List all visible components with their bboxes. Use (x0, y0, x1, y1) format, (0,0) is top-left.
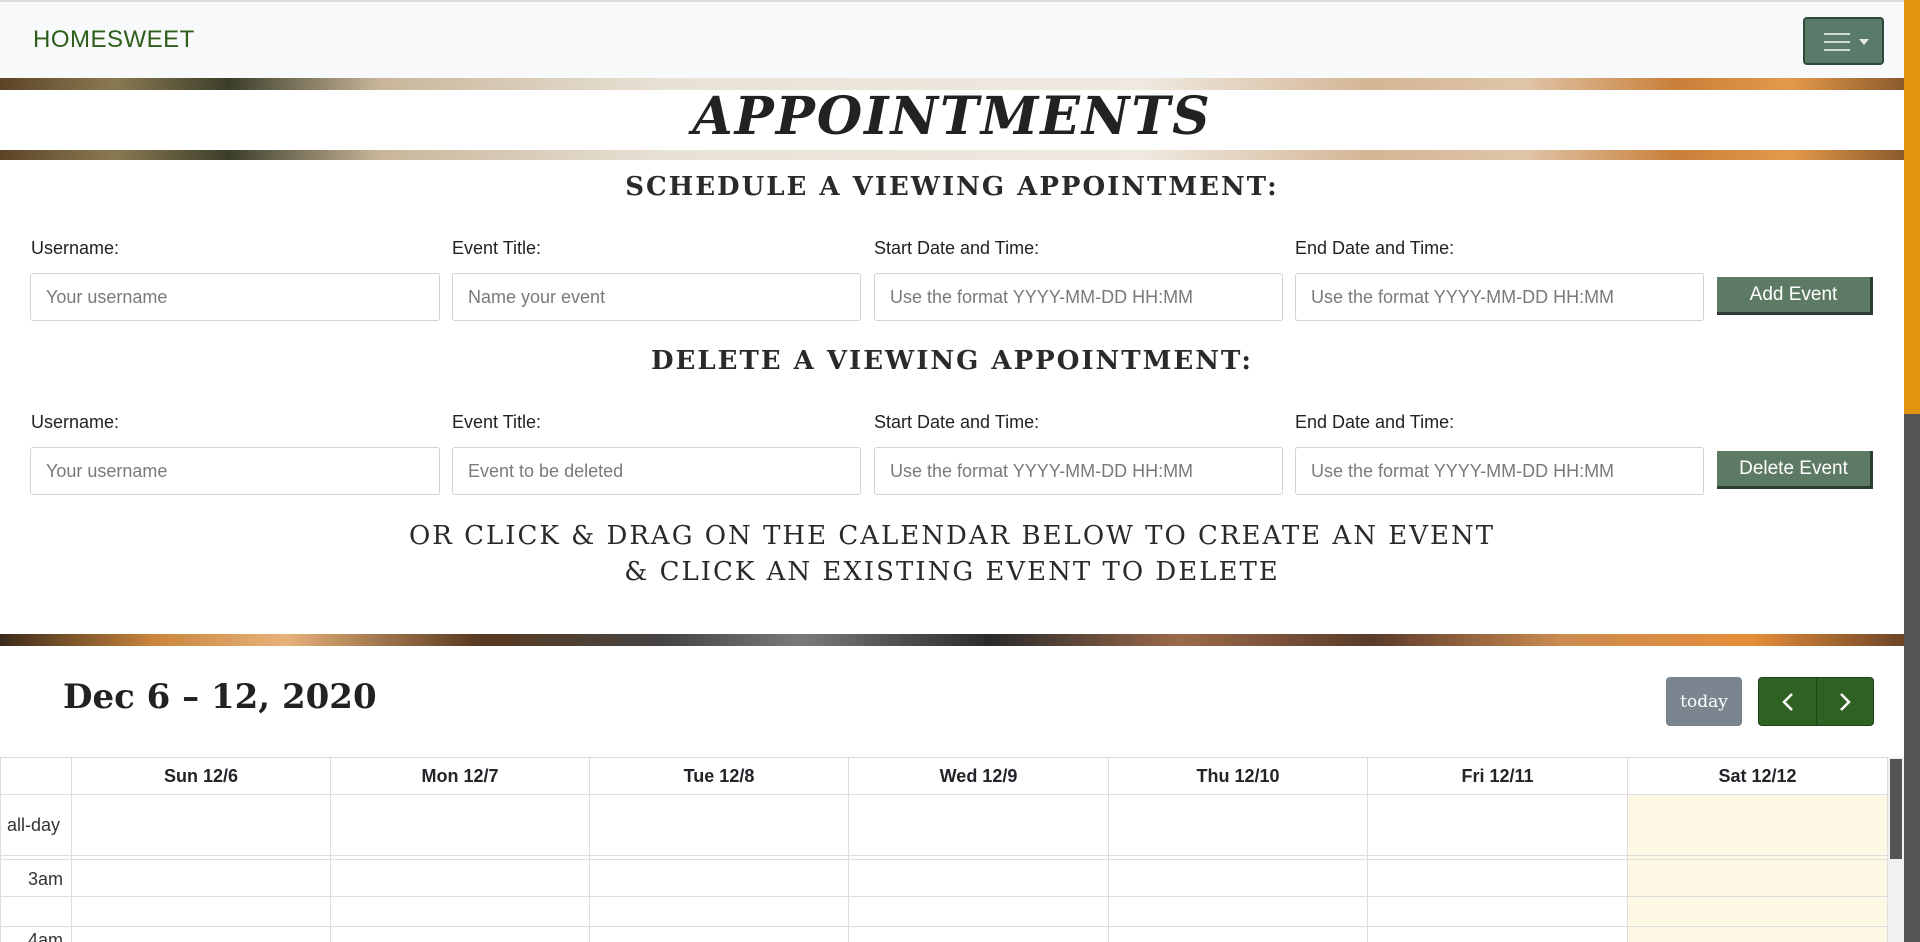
grid-line (0, 896, 1888, 897)
grid-line (0, 794, 1888, 795)
calendar-range-title: Dec 6 – 12, 2020 (63, 677, 377, 717)
grid-line (0, 926, 1888, 927)
divider-photo (0, 634, 1904, 646)
grid-line (0, 859, 1888, 860)
delete-start-label: Start Date and Time: (874, 412, 1040, 432)
today-button[interactable]: today (1666, 677, 1742, 726)
delete-heading: DELETE A VIEWING APPOINTMENT: (650, 346, 1254, 376)
delete-end-input[interactable] (1295, 447, 1704, 495)
schedule-title-input[interactable] (452, 273, 861, 321)
brand-link[interactable]: HOMESWEET (33, 26, 195, 54)
delete-username-input[interactable] (30, 447, 440, 495)
calendar-instructions-line1: OR CLICK & DRAG ON THE CALENDAR BELOW TO… (408, 521, 1496, 551)
delete-title-label: Event Title: (452, 412, 542, 432)
day-header-fri[interactable]: Fri 12/11 (1368, 758, 1627, 794)
time-slot-label: 3am (28, 869, 64, 889)
page-scrollbar-track-accent (1904, 0, 1920, 414)
today-column-highlight (1627, 794, 1887, 942)
calendar-instructions-line2: & CLICK AN EXISTING EVENT TO DELETE (624, 557, 1280, 587)
schedule-end-label: End Date and Time: (1295, 238, 1455, 258)
day-header-tue[interactable]: Tue 12/8 (590, 758, 848, 794)
page-scrollbar-thumb[interactable] (1904, 414, 1920, 942)
day-header-mon[interactable]: Mon 12/7 (331, 758, 589, 794)
time-slot-label: 4am (28, 930, 64, 942)
delete-event-button[interactable]: Delete Event (1717, 451, 1873, 489)
chevron-right-icon (1840, 692, 1851, 711)
delete-title-input[interactable] (452, 447, 861, 495)
day-header-sat[interactable]: Sat 12/12 (1628, 758, 1887, 794)
day-header-sun[interactable]: Sun 12/6 (72, 758, 330, 794)
schedule-title-label: Event Title: (452, 238, 542, 258)
grid-line (0, 758, 1, 942)
next-week-button[interactable] (1816, 678, 1873, 725)
schedule-username-input[interactable] (30, 273, 440, 321)
caret-down-icon (1859, 39, 1869, 45)
schedule-start-input[interactable] (874, 273, 1283, 321)
schedule-end-input[interactable] (1295, 273, 1704, 321)
delete-username-label: Username: (31, 412, 120, 432)
allday-label: all-day (7, 815, 61, 835)
prev-week-button[interactable] (1759, 678, 1816, 725)
day-header-wed[interactable]: Wed 12/9 (849, 758, 1108, 794)
delete-start-input[interactable] (874, 447, 1283, 495)
navbar: HOMESWEET (0, 0, 1904, 78)
calendar-grid[interactable]: Sun 12/6 Mon 12/7 Tue 12/8 Wed 12/9 Thu … (0, 757, 1888, 942)
chevron-left-icon (1781, 692, 1793, 711)
page-title: APPOINTMENTS (692, 86, 1212, 147)
schedule-start-label: Start Date and Time: (874, 238, 1040, 258)
delete-end-label: End Date and Time: (1295, 412, 1455, 432)
calendar-nav-group (1758, 677, 1874, 726)
schedule-heading: SCHEDULE A VIEWING APPOINTMENT: (625, 172, 1279, 202)
add-event-button[interactable]: Add Event (1717, 277, 1873, 315)
day-header-thu[interactable]: Thu 12/10 (1109, 758, 1367, 794)
grid-line (0, 855, 1888, 856)
page-scrollbar[interactable] (1904, 0, 1920, 942)
calendar-scrollbar[interactable] (1888, 757, 1904, 942)
schedule-username-label: Username: (31, 238, 120, 258)
hamburger-menu-icon (1824, 33, 1850, 57)
navbar-toggler-button[interactable] (1803, 17, 1884, 65)
calendar-scrollbar-thumb[interactable] (1890, 759, 1902, 859)
